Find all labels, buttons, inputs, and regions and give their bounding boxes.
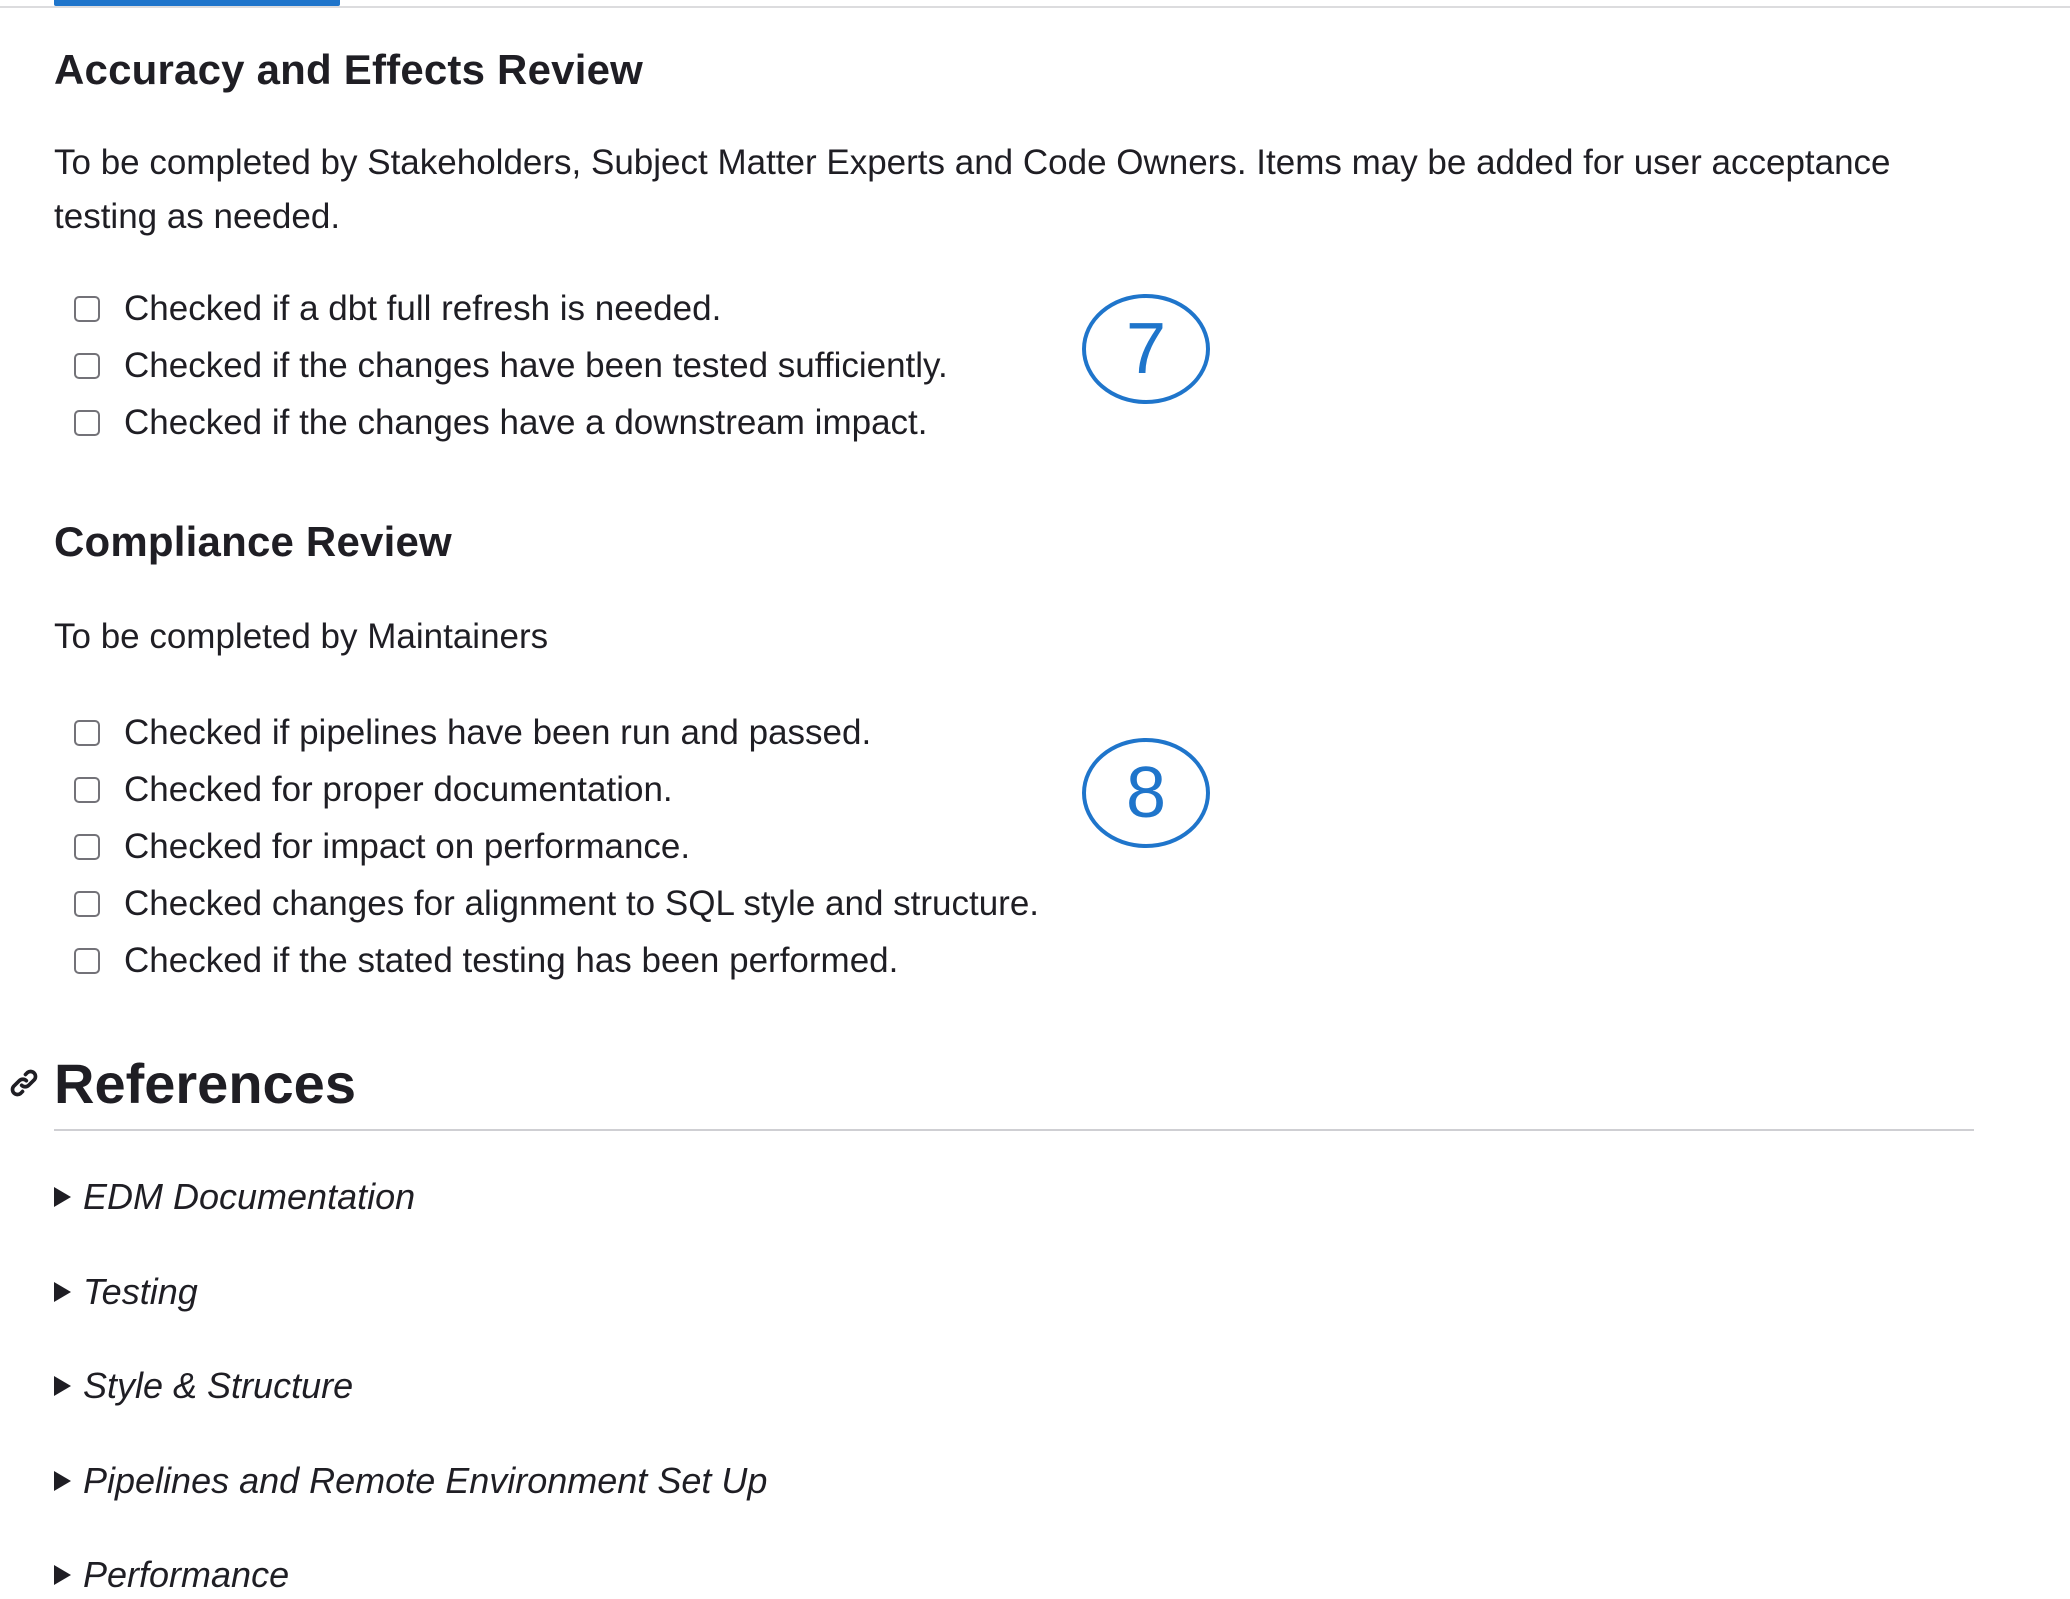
checklist-item-label: Checked if the stated testing has been p… bbox=[124, 940, 899, 980]
checkbox[interactable] bbox=[74, 947, 100, 974]
details-style-structure[interactable]: Style & Structure bbox=[54, 1365, 353, 1407]
checkbox[interactable] bbox=[74, 352, 100, 379]
checklist-item[interactable]: Checked for proper documentation. bbox=[74, 761, 1039, 818]
checkbox[interactable] bbox=[74, 890, 100, 917]
checkbox[interactable] bbox=[74, 719, 100, 746]
top-divider bbox=[0, 6, 2070, 8]
callout-number: 8 bbox=[1125, 753, 1167, 833]
checklist-item[interactable]: Checked if a dbt full refresh is needed. bbox=[74, 280, 948, 337]
details-summary: Style & Structure bbox=[83, 1365, 354, 1406]
details-summary: Performance bbox=[83, 1554, 290, 1595]
checkbox[interactable] bbox=[74, 409, 100, 436]
compliance-review-checklist: Checked if pipelines have been run and p… bbox=[74, 704, 1039, 989]
checklist-item-label: Checked for proper documentation. bbox=[124, 769, 673, 809]
callout-number-8: 8 bbox=[1082, 738, 1210, 848]
checklist-item-label: Checked for impact on performance. bbox=[124, 826, 691, 866]
caret-right-icon bbox=[54, 1565, 71, 1585]
caret-right-icon bbox=[54, 1376, 71, 1396]
references-heading: References bbox=[54, 1052, 356, 1115]
caret-right-icon bbox=[54, 1471, 71, 1491]
link-icon[interactable] bbox=[4, 1063, 44, 1103]
details-testing[interactable]: Testing bbox=[54, 1271, 198, 1313]
references-header: References bbox=[10, 1048, 1974, 1131]
checkbox[interactable] bbox=[74, 833, 100, 860]
checklist-item[interactable]: Checked changes for alignment to SQL sty… bbox=[74, 875, 1039, 932]
checklist-item[interactable]: Checked if the changes have been tested … bbox=[74, 337, 948, 394]
accuracy-review-description: To be completed by Stakeholders, Subject… bbox=[54, 143, 1891, 236]
checklist-item[interactable]: Checked if pipelines have been run and p… bbox=[74, 704, 1039, 761]
details-pipelines-setup[interactable]: Pipelines and Remote Environment Set Up bbox=[54, 1460, 767, 1502]
checklist-item-label: Checked if the changes have been tested … bbox=[124, 345, 948, 385]
caret-right-icon bbox=[54, 1187, 71, 1207]
checklist-item-label: Checked changes for alignment to SQL sty… bbox=[124, 883, 1040, 923]
accuracy-review-checklist: Checked if a dbt full refresh is needed.… bbox=[74, 280, 948, 451]
checklist-item[interactable]: Checked for impact on performance. bbox=[74, 818, 1039, 875]
details-summary: Testing bbox=[83, 1271, 198, 1312]
checklist-item-label: Checked if a dbt full refresh is needed. bbox=[124, 288, 722, 328]
details-edm-documentation[interactable]: EDM Documentation bbox=[54, 1176, 415, 1218]
active-tab-indicator bbox=[54, 0, 340, 6]
accuracy-review-heading: Accuracy and Effects Review bbox=[54, 46, 643, 93]
details-performance[interactable]: Performance bbox=[54, 1554, 289, 1596]
compliance-review-description: To be completed by Maintainers bbox=[54, 617, 549, 656]
callout-number-7: 7 bbox=[1082, 294, 1210, 404]
checklist-item[interactable]: Checked if the changes have a downstream… bbox=[74, 394, 948, 451]
checkbox[interactable] bbox=[74, 295, 100, 322]
checklist-item[interactable]: Checked if the stated testing has been p… bbox=[74, 932, 1039, 989]
checklist-item-label: Checked if the changes have a downstream… bbox=[124, 402, 928, 442]
compliance-review-heading: Compliance Review bbox=[54, 518, 452, 565]
details-summary: Pipelines and Remote Environment Set Up bbox=[83, 1460, 768, 1501]
details-summary: EDM Documentation bbox=[83, 1176, 416, 1217]
checklist-item-label: Checked if pipelines have been run and p… bbox=[124, 712, 872, 752]
callout-number: 7 bbox=[1125, 309, 1167, 389]
heading-divider bbox=[54, 1129, 1974, 1131]
caret-right-icon bbox=[54, 1282, 71, 1302]
checkbox[interactable] bbox=[74, 776, 100, 803]
